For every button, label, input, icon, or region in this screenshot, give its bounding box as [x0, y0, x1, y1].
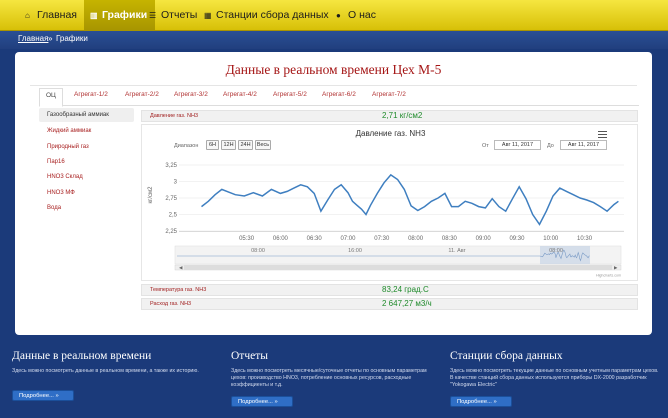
- breadcrumb-separator: »: [48, 34, 53, 43]
- x-tick-label: 10:00: [543, 236, 559, 242]
- x-tick-label: 06:30: [307, 236, 323, 242]
- x-tick-label: 10:30: [577, 236, 593, 242]
- home-icon: ⌂: [25, 11, 30, 20]
- tab-unit-3[interactable]: Агрегат-3/2: [174, 91, 208, 98]
- param-row-flow[interactable]: Расход газ. NH3 2 647,27 м3/ч: [141, 298, 638, 310]
- info-reports-text: Здесь можно посмотреть месячные/суточные…: [231, 368, 427, 388]
- navigator-tick-label: 16:00: [348, 248, 362, 254]
- top-navbar: ⌂ Главная ▥ Графики ☰ Отчеты ▦ Станции сбора…: [0, 0, 668, 31]
- navigator-tick-label: 08:00: [549, 248, 563, 254]
- y-tick-label: 3,25: [165, 163, 177, 169]
- x-tick-label: 05:30: [239, 236, 255, 242]
- x-tick-label: 07:00: [340, 236, 356, 242]
- reports-more-button[interactable]: Подробнее... »: [231, 396, 293, 407]
- list-icon: ☰: [149, 11, 157, 20]
- y-tick-label: 2,75: [165, 196, 177, 202]
- tab-unit-6[interactable]: Агрегат-6/2: [322, 91, 356, 98]
- x-tick-label: 09:00: [476, 236, 492, 242]
- y-tick-label: 2,5: [169, 213, 178, 219]
- y-axis-label: кг/см2: [148, 186, 154, 204]
- breadcrumb: Главная » Графики: [0, 31, 668, 49]
- info-stations-title: Станции сбора данных: [450, 350, 563, 362]
- nav-about[interactable]: ● О нас: [336, 0, 376, 31]
- stations-more-button[interactable]: Подробнее... »: [450, 396, 512, 407]
- chart-panel: Давление газ. NH3 Диапазон 6H 12H 24H Ве…: [141, 124, 638, 281]
- navigator-tick-label: 11. Авг: [448, 248, 465, 254]
- nav-home-label: Главная: [37, 9, 77, 21]
- x-tick-label: 08:00: [408, 236, 424, 242]
- navigator-tick-label: 08:00: [251, 248, 265, 254]
- nav-reports[interactable]: ☰ Отчеты: [149, 0, 197, 31]
- series-line: [201, 173, 619, 226]
- scroll-right-icon[interactable]: ▶: [614, 265, 618, 270]
- navigator-selection[interactable]: [540, 246, 590, 264]
- sidebar-item-natural-gas[interactable]: Природный газ: [39, 144, 134, 150]
- param-name: Температура газ. NH3: [150, 287, 207, 293]
- breadcrumb-home-link[interactable]: Главная: [18, 34, 48, 43]
- tab-unit-2[interactable]: Агрегат-2/2: [125, 91, 159, 98]
- info-realtime-title: Данные в реальном времени: [12, 350, 152, 362]
- grid-icon: ▦: [204, 11, 212, 20]
- tab-unit-7[interactable]: Агрегат-7/2: [372, 91, 406, 98]
- sidebar-item-gaseous-ammonia[interactable]: Газообразный аммиак: [39, 108, 134, 122]
- param-row-temperature[interactable]: Температура газ. NH3 83,24 град.С: [141, 284, 638, 296]
- realtime-more-button[interactable]: Подробнее... »: [12, 390, 74, 401]
- x-tick-label: 06:00: [273, 236, 289, 242]
- nav-stations[interactable]: ▦ Станции сбора данных: [204, 0, 329, 31]
- title-divider: [30, 85, 637, 86]
- breadcrumb-current: Графики: [56, 34, 88, 43]
- highcharts-credit[interactable]: Highcharts.com: [596, 274, 621, 278]
- nav-stations-label: Станции сбора данных: [216, 9, 329, 21]
- chart-plot[interactable]: 2,25 2,5 2,75 3 3,25 05:30 06:00 06:30 07:00 07:…: [142, 125, 639, 282]
- y-tick-label: 3: [174, 180, 178, 186]
- tab-unit-1[interactable]: Агрегат-1/2: [74, 91, 108, 98]
- info-stations-text: Здесь можно посмотреть текущие данные по…: [450, 368, 659, 388]
- page-title: Данные в реальном времени Цех М-5: [225, 62, 442, 77]
- info-realtime-text: Здесь можно посмотреть данные в реальном…: [12, 368, 199, 374]
- nav-charts[interactable]: ▥ Графики: [84, 0, 156, 31]
- nav-charts-label: Графики: [102, 9, 148, 21]
- y-tick-label: 2,25: [165, 229, 177, 235]
- x-tick-label: 08:30: [442, 236, 458, 242]
- nav-reports-label: Отчеты: [161, 9, 198, 21]
- sidebar-item-hno3-storage[interactable]: HNO3 Склад: [39, 174, 134, 180]
- unit-tabs: ОЦ Агрегат-1/2 Агрегат-2/2 Агрегат-3/2 А…: [39, 88, 639, 107]
- param-row-pressure[interactable]: Давление газ. NH3 2,71 кг/см2: [141, 110, 638, 122]
- main-card: Данные в реальном времени Цех М-5 ОЦ Агр…: [15, 52, 652, 335]
- chart-icon: ▥: [90, 11, 98, 20]
- param-value: 83,24 град.С: [382, 285, 429, 294]
- info-stations: Станции сбора данных Здесь можно посмотр…: [450, 350, 660, 389]
- x-tick-label: 09:30: [509, 236, 525, 242]
- param-name: Давление газ. NH3: [150, 113, 199, 119]
- info-reports-title: Отчеты: [231, 350, 268, 362]
- sidebar-item-liquid-ammonia[interactable]: Жидкий аммиак: [39, 128, 134, 134]
- param-value: 2,71 кг/см2: [382, 111, 423, 120]
- nav-home[interactable]: ⌂ Главная: [25, 0, 77, 31]
- sidebar-item-water[interactable]: Вода: [39, 205, 134, 211]
- nav-about-label: О нас: [348, 9, 376, 21]
- param-value: 2 647,27 м3/ч: [382, 299, 432, 308]
- sidebar-item-steam[interactable]: Пар16: [39, 159, 134, 165]
- tab-unit-5[interactable]: Агрегат-5/2: [273, 91, 307, 98]
- scrollbar-thumb[interactable]: [184, 265, 612, 270]
- info-realtime: Данные в реальном времени Здесь можно по…: [12, 350, 222, 375]
- tab-unit-4[interactable]: Агрегат-4/2: [223, 91, 257, 98]
- info-icon: ●: [336, 11, 341, 20]
- scroll-left-icon[interactable]: ◀: [179, 265, 183, 270]
- info-reports: Отчеты Здесь можно посмотреть месячные/с…: [231, 350, 441, 389]
- tab-oc[interactable]: ОЦ: [39, 88, 63, 107]
- sidebar-item-hno3-mf[interactable]: HNO3 МФ: [39, 190, 134, 196]
- param-name: Расход газ. NH3: [150, 301, 192, 307]
- x-tick-label: 07:30: [374, 236, 390, 242]
